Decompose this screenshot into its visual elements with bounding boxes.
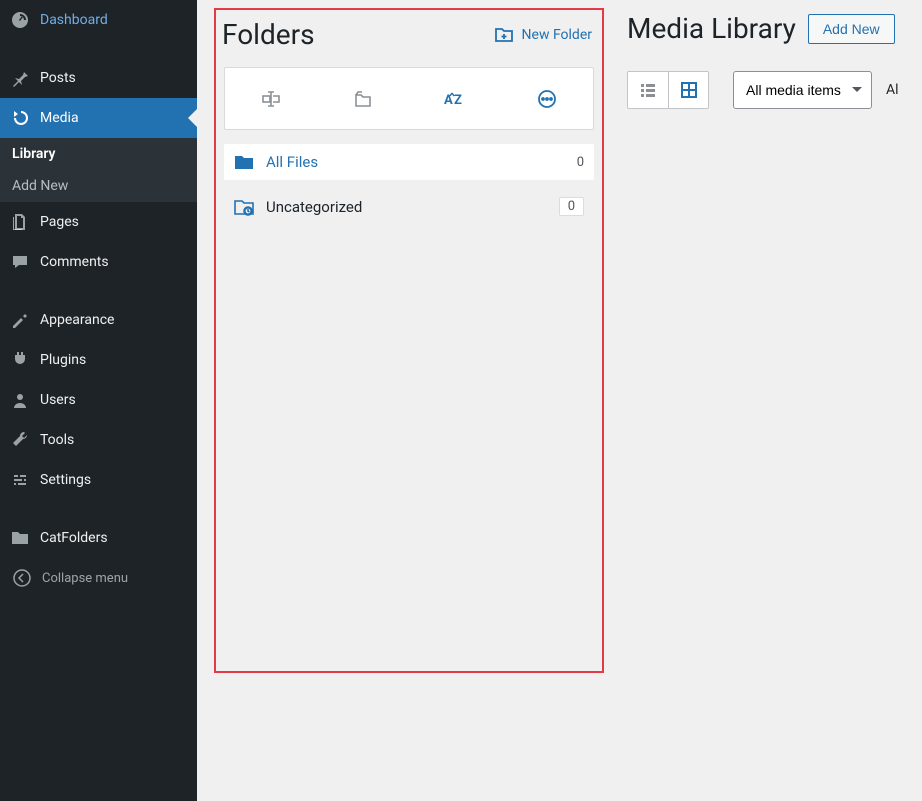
sidebar-label: Settings bbox=[40, 472, 91, 488]
submenu-item-add-new[interactable]: Add New bbox=[0, 170, 197, 202]
folder-count: 0 bbox=[559, 197, 584, 216]
plugins-icon bbox=[10, 350, 30, 370]
folders-title: Folders bbox=[222, 18, 315, 51]
comments-icon bbox=[10, 252, 30, 272]
sort-az-icon: AZ bbox=[443, 89, 467, 109]
users-icon bbox=[10, 390, 30, 410]
tools-icon bbox=[10, 430, 30, 450]
rename-icon bbox=[260, 88, 282, 110]
menu-separator bbox=[0, 500, 197, 518]
admin-sidebar: Dashboard Posts Media Library Add New Pa… bbox=[0, 0, 197, 801]
media-library-header: Media Library Add New All media items bbox=[627, 12, 922, 109]
list-view-icon bbox=[638, 80, 658, 100]
sort-button[interactable]: AZ bbox=[409, 68, 501, 129]
delete-button[interactable] bbox=[317, 68, 409, 129]
sidebar-label: Tools bbox=[40, 432, 74, 448]
sidebar-item-posts[interactable]: Posts bbox=[0, 58, 197, 98]
collapse-menu-button[interactable]: Collapse menu bbox=[0, 558, 197, 598]
media-icon bbox=[10, 108, 30, 128]
sidebar-label: Users bbox=[40, 392, 76, 408]
sidebar-item-tools[interactable]: Tools bbox=[0, 420, 197, 460]
folders-panel: Folders New Folder AZ bbox=[214, 8, 604, 673]
new-folder-icon bbox=[494, 26, 514, 44]
menu-separator bbox=[0, 282, 197, 300]
svg-text:Z: Z bbox=[454, 93, 462, 108]
submenu-item-library[interactable]: Library bbox=[0, 138, 197, 170]
folder-icon bbox=[10, 528, 30, 548]
new-folder-button[interactable]: New Folder bbox=[494, 26, 592, 44]
content-area: Folders New Folder AZ bbox=[197, 0, 922, 801]
folder-row-all-files[interactable]: All Files 0 bbox=[224, 144, 594, 180]
sidebar-item-media[interactable]: Media bbox=[0, 98, 197, 138]
view-toggle bbox=[627, 71, 709, 109]
folder-label: Uncategorized bbox=[266, 198, 547, 216]
sidebar-label: CatFolders bbox=[40, 530, 108, 546]
sidebar-item-users[interactable]: Users bbox=[0, 380, 197, 420]
partial-text: Al bbox=[886, 82, 899, 98]
media-title-row: Media Library Add New bbox=[627, 12, 922, 45]
collapse-icon bbox=[12, 568, 32, 588]
view-grid-button[interactable] bbox=[668, 72, 708, 108]
sidebar-label: Dashboard bbox=[40, 12, 108, 28]
sidebar-label: Pages bbox=[40, 214, 79, 230]
view-list-button[interactable] bbox=[628, 72, 668, 108]
folder-filled-icon bbox=[234, 153, 254, 171]
sidebar-item-catfolders[interactable]: CatFolders bbox=[0, 518, 197, 558]
new-folder-label: New Folder bbox=[522, 27, 592, 43]
add-new-button[interactable]: Add New bbox=[808, 14, 895, 44]
settings-icon bbox=[10, 470, 30, 490]
folders-header: Folders New Folder bbox=[216, 10, 602, 61]
delete-icon bbox=[352, 88, 374, 110]
sidebar-item-comments[interactable]: Comments bbox=[0, 242, 197, 282]
sidebar-label: Plugins bbox=[40, 352, 86, 368]
sidebar-item-plugins[interactable]: Plugins bbox=[0, 340, 197, 380]
folder-label: All Files bbox=[266, 153, 565, 171]
dashboard-icon bbox=[10, 10, 30, 30]
page-title: Media Library bbox=[627, 12, 796, 45]
pin-icon bbox=[10, 68, 30, 88]
sidebar-item-dashboard[interactable]: Dashboard bbox=[0, 0, 197, 40]
sidebar-item-appearance[interactable]: Appearance bbox=[0, 300, 197, 340]
collapse-label: Collapse menu bbox=[42, 571, 128, 586]
appearance-icon bbox=[10, 310, 30, 330]
folder-clock-icon bbox=[234, 198, 254, 216]
grid-view-icon bbox=[679, 80, 699, 100]
more-button[interactable] bbox=[501, 68, 593, 129]
media-filter-select[interactable]: All media items bbox=[733, 71, 872, 109]
menu-separator bbox=[0, 40, 197, 58]
folder-count: 0 bbox=[577, 155, 584, 170]
sidebar-label: Appearance bbox=[40, 312, 114, 328]
sidebar-label: Posts bbox=[40, 70, 76, 86]
media-submenu: Library Add New bbox=[0, 138, 197, 202]
sidebar-label: Comments bbox=[40, 254, 109, 270]
sidebar-item-pages[interactable]: Pages bbox=[0, 202, 197, 242]
svg-text:A: A bbox=[444, 93, 453, 108]
sidebar-item-settings[interactable]: Settings bbox=[0, 460, 197, 500]
media-filter-wrap: All media items bbox=[721, 71, 872, 109]
pages-icon bbox=[10, 212, 30, 232]
more-icon bbox=[536, 88, 558, 110]
media-controls: All media items Al bbox=[627, 71, 922, 109]
rename-button[interactable] bbox=[225, 68, 317, 129]
folders-toolbar: AZ bbox=[224, 67, 594, 130]
sidebar-label: Media bbox=[40, 110, 79, 126]
folder-row-uncategorized[interactable]: Uncategorized 0 bbox=[224, 188, 594, 225]
folder-list: All Files 0 Uncategorized 0 bbox=[224, 144, 594, 225]
